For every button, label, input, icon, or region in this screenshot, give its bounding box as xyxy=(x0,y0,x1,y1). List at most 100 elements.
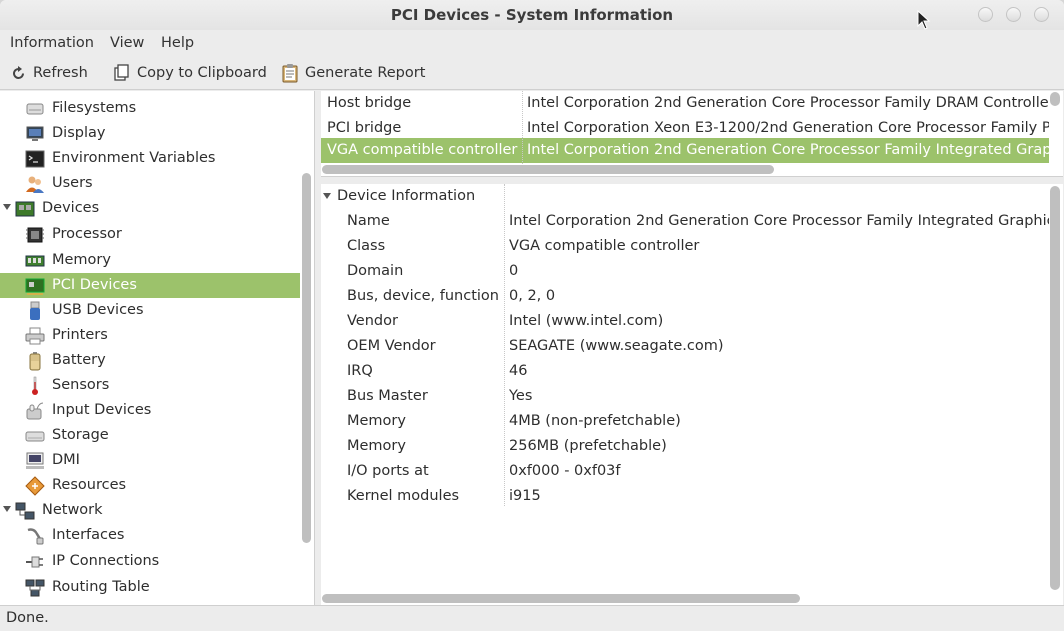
sidebar-item-storage[interactable]: Storage xyxy=(0,423,300,448)
detail-key: I/O ports at xyxy=(347,463,429,479)
battery-icon xyxy=(29,352,41,371)
sidebar-item-sensors[interactable]: Sensors xyxy=(0,373,300,398)
sidebar-item-pci-devices[interactable]: PCI Devices xyxy=(0,273,300,298)
table-row: Kernel modules i915 xyxy=(321,484,1049,509)
maximize-button[interactable] xyxy=(1006,7,1021,22)
plug-icon xyxy=(26,556,43,568)
menu-help[interactable]: Help xyxy=(161,30,194,56)
app-window: PCI Devices - System Information Informa… xyxy=(0,0,1064,631)
detail-value: 0, 2, 0 xyxy=(509,288,556,304)
devices-icon xyxy=(15,201,35,217)
refresh-button[interactable]: Refresh xyxy=(10,56,88,90)
expander-icon[interactable] xyxy=(323,193,331,199)
report-icon xyxy=(282,64,298,83)
usb-icon xyxy=(30,301,40,320)
detail-value: 4MB (non-prefetchable) xyxy=(509,413,681,429)
sidebar-item-label: Environment Variables xyxy=(52,150,216,166)
table-row: Domain 0 xyxy=(321,259,1049,284)
sidebar-item-filesystems[interactable]: Filesystems xyxy=(0,96,300,121)
sidebar-item-dmi[interactable]: DMI xyxy=(0,448,300,473)
pci-icon xyxy=(25,278,45,295)
sidebar-item-usb-devices[interactable]: USB Devices xyxy=(0,298,300,323)
sidebar-item-label: Storage xyxy=(52,427,109,443)
copy-to-clipboard-button[interactable]: Copy to Clipboard xyxy=(113,56,267,90)
toolbar: Refresh Copy to Clipboard Generate Repor… xyxy=(0,56,1064,90)
title-bar[interactable]: PCI Devices - System Information xyxy=(0,0,1064,30)
table-row: IRQ 46 xyxy=(321,359,1049,384)
sidebar-item-label: Memory xyxy=(52,252,111,268)
table-row: Name Intel Corporation 2nd Generation Co… xyxy=(321,209,1049,234)
status-bar: Done. xyxy=(0,605,1064,631)
expander-icon[interactable] xyxy=(3,204,11,210)
detail-key: Memory xyxy=(347,438,406,454)
sidebar-scrollbar[interactable] xyxy=(302,173,311,543)
generate-report-button[interactable]: Generate Report xyxy=(281,56,425,90)
printer-icon xyxy=(25,327,45,345)
details-header: Device Information xyxy=(337,188,476,204)
list-item-selected[interactable]: VGA compatible controller Intel Corporat… xyxy=(321,138,1049,163)
list-horizontal-scrollbar[interactable] xyxy=(322,165,774,174)
dmi-icon xyxy=(26,452,44,469)
detail-key: Vendor xyxy=(347,313,398,329)
device-description: Intel Corporation 2nd Generation Core Pr… xyxy=(527,95,1049,111)
sidebar-item-label: Processor xyxy=(52,226,122,242)
sidebar-item-label: Filesystems xyxy=(52,100,137,116)
menu-information[interactable]: Information xyxy=(10,30,94,56)
list-vertical-scrollbar[interactable] xyxy=(1050,92,1060,106)
detail-key: Bus Master xyxy=(347,388,428,404)
detail-value: 0xf000 - 0xf03f xyxy=(509,463,621,479)
details-vertical-scrollbar[interactable] xyxy=(1050,186,1060,590)
sidebar-item-label: PCI Devices xyxy=(52,277,137,293)
sidebar-item-resources[interactable]: Resources xyxy=(0,473,300,498)
table-row: Bus, device, function 0, 2, 0 xyxy=(321,284,1049,309)
device-description: Intel Corporation 2nd Generation Core Pr… xyxy=(527,142,1049,158)
sidebar-tree[interactable]: Filesystems Display Environment Variable… xyxy=(0,91,315,605)
detail-value: Intel Corporation 2nd Generation Core Pr… xyxy=(509,213,1049,229)
detail-key: Bus, device, function xyxy=(347,288,499,304)
sidebar-item-network[interactable]: Network xyxy=(0,498,300,523)
sidebar-item-label: USB Devices xyxy=(52,302,144,318)
sidebar-item-display[interactable]: Display xyxy=(0,121,300,146)
detail-value: VGA compatible controller xyxy=(509,238,700,254)
detail-value: i915 xyxy=(509,488,541,504)
sidebar-item-battery[interactable]: Battery xyxy=(0,348,300,373)
sidebar-item-devices[interactable]: Devices xyxy=(0,196,300,221)
sidebar-item-interfaces[interactable]: Interfaces xyxy=(0,523,300,548)
device-list[interactable]: Host bridge Intel Corporation 2nd Genera… xyxy=(321,91,1063,177)
sidebar-item-routing-table[interactable]: Routing Table xyxy=(0,575,300,600)
column-divider xyxy=(504,184,505,506)
sidebar-item-label: Sensors xyxy=(52,377,110,393)
mouse-pointer-icon xyxy=(917,10,931,30)
menu-bar: Information View Help xyxy=(0,30,1064,56)
sidebar-item-label: Routing Table xyxy=(52,579,150,595)
table-row: OEM Vendor SEAGATE (www.seagate.com) xyxy=(321,334,1049,359)
detail-value: Yes xyxy=(509,388,533,404)
sidebar-item-users[interactable]: Users xyxy=(0,171,300,196)
storage-icon xyxy=(25,431,45,442)
sidebar-item-memory[interactable]: Memory xyxy=(0,248,300,273)
details-horizontal-scrollbar[interactable] xyxy=(322,594,800,603)
minimize-button[interactable] xyxy=(978,7,993,22)
status-text: Done. xyxy=(6,610,49,626)
sidebar-item-input-devices[interactable]: Input Devices xyxy=(0,398,300,423)
table-row: Class VGA compatible controller xyxy=(321,234,1049,259)
copy-label: Copy to Clipboard xyxy=(137,65,267,81)
sidebar-item-label: Users xyxy=(52,175,93,191)
detail-value: 0 xyxy=(509,263,519,279)
details-header-row[interactable]: Device Information xyxy=(321,184,1049,209)
detail-key: Memory xyxy=(347,413,406,429)
device-details[interactable]: Device Information Name Intel Corporatio… xyxy=(321,184,1063,606)
sidebar-item-ip-connections[interactable]: IP Connections xyxy=(0,549,300,574)
expander-icon[interactable] xyxy=(3,506,11,512)
refresh-icon xyxy=(13,65,24,79)
list-item[interactable]: Host bridge Intel Corporation 2nd Genera… xyxy=(321,91,1049,116)
close-button[interactable] xyxy=(1034,7,1049,22)
sidebar-item-processor[interactable]: Processor xyxy=(0,222,300,247)
table-row: Bus Master Yes xyxy=(321,384,1049,409)
display-icon xyxy=(26,126,44,141)
menu-view[interactable]: View xyxy=(110,30,144,56)
sidebar-item-printers[interactable]: Printers xyxy=(0,323,300,348)
users-icon xyxy=(26,176,44,193)
sidebar-item-environment-variables[interactable]: Environment Variables xyxy=(0,146,300,171)
routing-icon xyxy=(25,579,45,597)
